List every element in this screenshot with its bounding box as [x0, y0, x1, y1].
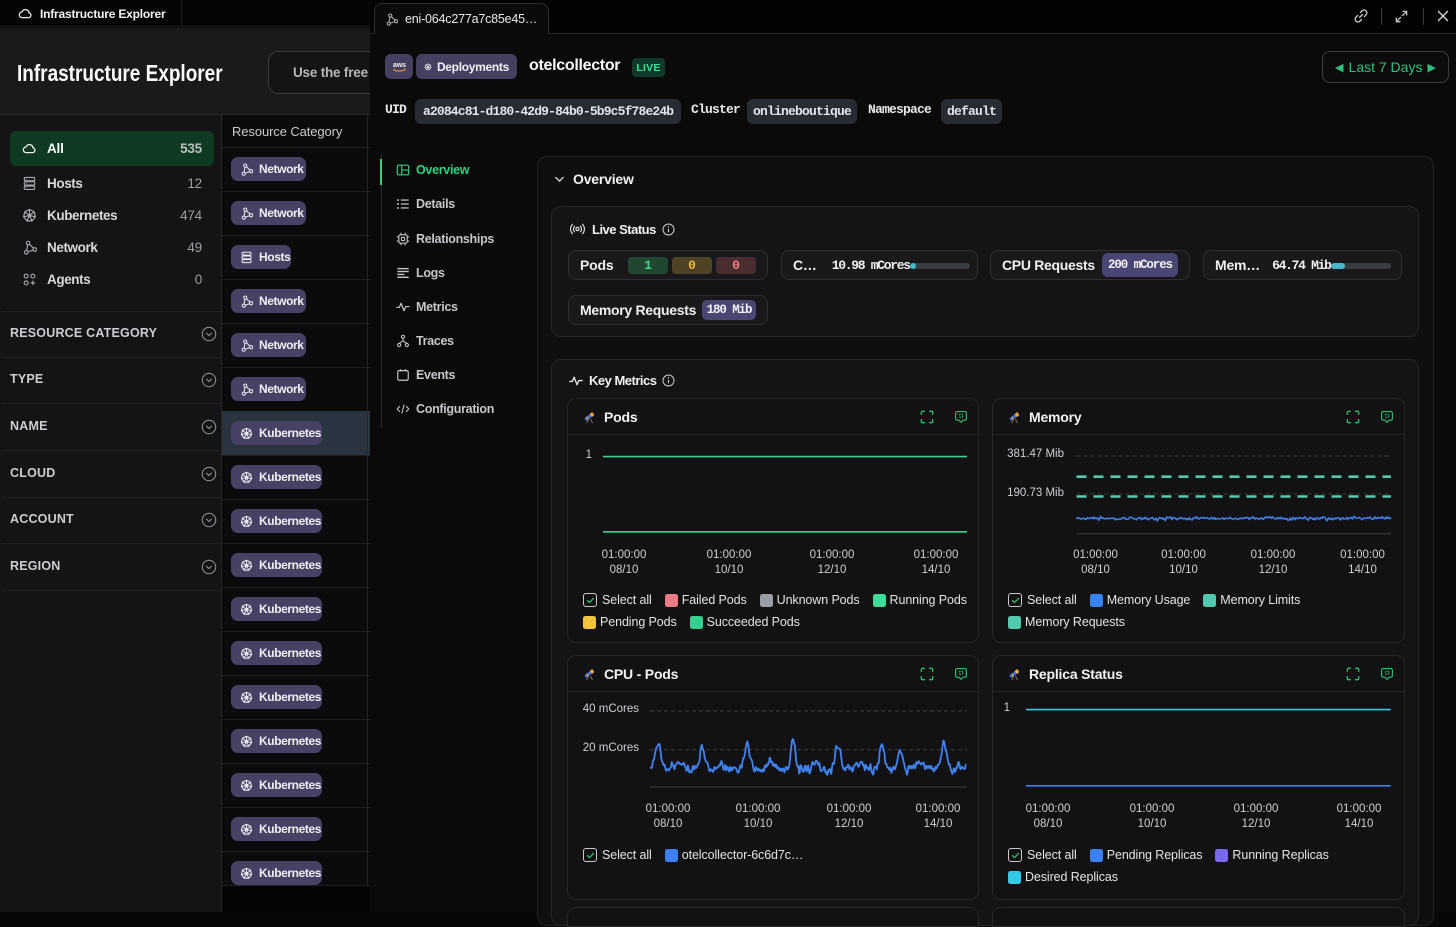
svg-text:aws: aws [392, 62, 405, 69]
